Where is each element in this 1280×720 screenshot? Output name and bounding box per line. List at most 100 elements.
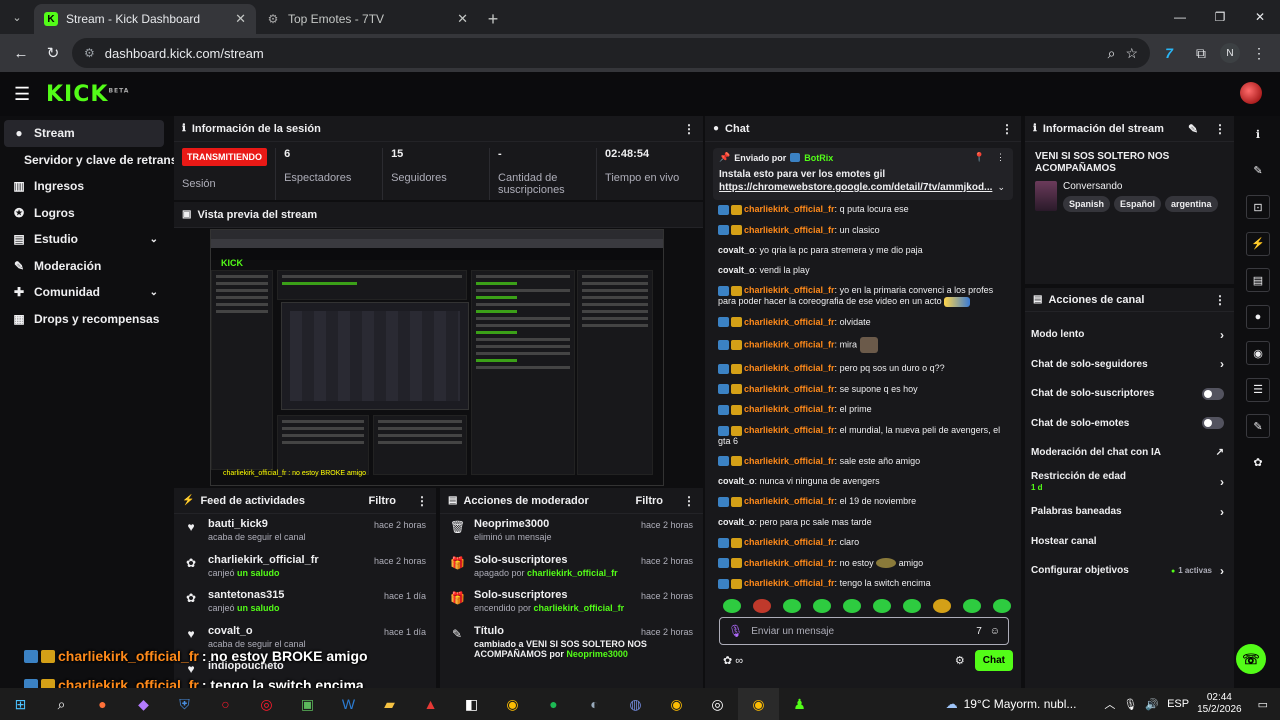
tab-search-icon[interactable]: ⌄ [0, 0, 34, 34]
hamburger-menu-icon[interactable]: ☰ [14, 84, 40, 105]
folder-icon[interactable]: ▰ [369, 688, 410, 720]
send-chat-button[interactable]: Chat [974, 650, 1013, 671]
edit-icon[interactable]: ✎ [1246, 159, 1270, 183]
info-icon[interactable]: ℹ [1246, 122, 1270, 146]
action-followers-only[interactable]: Chat de solo-seguidores › [1025, 350, 1234, 380]
close-tab-icon[interactable]: ✕ [235, 11, 246, 27]
tag[interactable]: Spanish [1063, 196, 1111, 212]
subs-only-toggle[interactable] [1202, 387, 1224, 400]
7tv-extension-icon[interactable]: 7 [1156, 40, 1182, 66]
steam-icon[interactable]: ◐ [574, 688, 615, 720]
sidebar-item-stream[interactable]: ● Stream [4, 120, 164, 147]
obs-icon[interactable]: ◎ [697, 688, 738, 720]
chrome-active-icon[interactable]: ◉ [738, 688, 779, 720]
site-info-icon[interactable]: ⚙ [84, 46, 95, 60]
emote-button[interactable] [963, 599, 981, 613]
chat-bubble-icon[interactable]: ● [1246, 304, 1270, 329]
more-options-icon[interactable]: ⋮ [683, 122, 695, 136]
emotes-only-toggle[interactable] [1202, 417, 1224, 430]
clip-icon[interactable]: ⊡ [1246, 195, 1270, 219]
emote-button[interactable] [843, 599, 861, 613]
pinned-link[interactable]: https://chromewebstore.google.com/detail… [719, 182, 1007, 193]
gear-icon[interactable]: ⚙ [955, 654, 965, 667]
emote-button[interactable] [813, 599, 831, 613]
chat-username[interactable]: charliekirk_official_fr [744, 558, 835, 568]
sidebar-item-ingresos[interactable]: ▥ Ingresos [0, 173, 172, 200]
shield-icon[interactable]: ⛨ [164, 688, 205, 720]
unpin-icon[interactable]: 📍 [974, 152, 985, 163]
notifications-icon[interactable]: ▭ [1258, 698, 1268, 711]
chat-username[interactable]: charliekirk_official_fr [744, 363, 835, 373]
search-icon[interactable]: ⌕ [41, 688, 82, 720]
chat-username[interactable]: charliekirk_official_fr [744, 537, 835, 547]
close-tab-icon[interactable]: ✕ [457, 11, 468, 27]
more-options-icon[interactable]: ⋮ [1214, 293, 1226, 307]
wrench-icon[interactable]: ✎ [1246, 414, 1270, 438]
extensions-icon[interactable]: ⧉ [1188, 40, 1214, 66]
zoom-icon[interactable]: ⌕ [1108, 45, 1116, 62]
emote-button[interactable] [903, 599, 921, 613]
word-icon[interactable]: W [328, 688, 369, 720]
chat-username[interactable]: charliekirk_official_fr [744, 496, 835, 506]
maximize-icon[interactable]: ❐ [1200, 0, 1240, 34]
app-green-icon[interactable]: ♟ [779, 688, 820, 720]
more-options-icon[interactable]: ⋮ [683, 494, 695, 508]
filter-button[interactable]: Filtro [369, 495, 397, 507]
back-icon[interactable]: ← [8, 40, 34, 66]
sidebar-item-logros[interactable]: ✪ Logros [0, 200, 172, 227]
document-icon[interactable]: ▤ [1246, 268, 1270, 292]
minimize-icon[interactable]: — [1160, 0, 1200, 34]
category-thumbnail[interactable] [1035, 181, 1057, 211]
action-banned-words[interactable]: Palabras baneadas › [1025, 497, 1234, 527]
chat-username[interactable]: charliekirk_official_fr [744, 384, 835, 394]
kick-logo[interactable]: KICKBETA [46, 82, 129, 107]
omnibox[interactable]: ⚙ dashboard.kick.com/stream ⌕ ☆ [72, 38, 1150, 68]
spotify-icon[interactable]: ● [533, 688, 574, 720]
more-options-icon[interactable]: ⋮ [996, 152, 1005, 163]
emote-button[interactable] [873, 599, 891, 613]
edit-icon[interactable]: ✎ [1188, 122, 1198, 136]
action-slow-mode[interactable]: Modo lento › [1025, 320, 1234, 350]
action-ai-moderation[interactable]: Moderación del chat con IA ↗ [1025, 438, 1234, 468]
action-host-channel[interactable]: Hostear canal [1025, 527, 1234, 557]
action-goals[interactable]: Configurar objetivos1 activas› [1025, 556, 1234, 586]
opera-icon[interactable]: ○ [205, 688, 246, 720]
chat-username[interactable]: charliekirk_official_fr [744, 456, 835, 466]
user-avatar[interactable] [1240, 82, 1262, 104]
browser-tab-kick[interactable]: K Stream - Kick Dashboard ✕ [34, 4, 256, 34]
chat-username[interactable]: charliekirk_official_fr [744, 404, 835, 414]
more-options-icon[interactable]: ⋮ [1001, 122, 1013, 136]
sidebar-item-moderacion[interactable]: ✎ Moderación [0, 253, 172, 280]
language-indicator[interactable]: ESP [1167, 698, 1189, 710]
bot-name[interactable]: BotRix [804, 153, 833, 163]
chat-username[interactable]: charliekirk_official_fr [744, 317, 835, 327]
volume-icon[interactable]: 🔊 [1145, 698, 1159, 711]
category-name[interactable]: Conversando [1063, 181, 1218, 192]
url-text[interactable]: dashboard.kick.com/stream [105, 46, 1098, 61]
more-options-icon[interactable]: ⋮ [1214, 122, 1226, 136]
sidebar-item-comunidad[interactable]: ✚ Comunidad ⌄ [0, 279, 172, 306]
browser-tab-7tv[interactable]: ⚙ Top Emotes - 7TV ✕ [256, 4, 478, 34]
7tv-emote-icon[interactable]: 7 [976, 626, 982, 637]
chat-extras-icon[interactable]: ✿ ∞ [723, 654, 955, 667]
chat-username[interactable]: covalt_o [718, 265, 755, 275]
chat-username[interactable]: charliekirk_official_fr [744, 204, 835, 214]
chrome-icon[interactable]: ◉ [492, 688, 533, 720]
tag[interactable]: argentina [1165, 196, 1218, 212]
emote-button[interactable] [783, 599, 801, 613]
add-panel-icon[interactable]: ✿ [1246, 451, 1270, 475]
chevron-down-icon[interactable]: ⌄ [997, 182, 1005, 193]
weather-widget[interactable]: ☁ 19°C Mayorm. nubl... [946, 697, 1077, 711]
clock[interactable]: 02:44 15/2/2026 [1197, 692, 1242, 716]
emote-button[interactable] [993, 599, 1011, 613]
app-red-icon[interactable]: ▲ [410, 688, 451, 720]
chrome-icon[interactable]: ◉ [656, 688, 697, 720]
chat-username[interactable]: charliekirk_official_fr [744, 578, 835, 588]
mic-icon[interactable]: 🎙 [728, 624, 743, 638]
chat-username[interactable]: charliekirk_official_fr [744, 425, 835, 435]
chat-username[interactable]: charliekirk_official_fr [744, 285, 835, 295]
chat-username[interactable]: covalt_o [718, 245, 755, 255]
capcut-icon[interactable]: ◧ [451, 688, 492, 720]
chat-username[interactable]: charliekirk_official_fr [744, 340, 835, 350]
emote-button[interactable] [723, 599, 741, 613]
